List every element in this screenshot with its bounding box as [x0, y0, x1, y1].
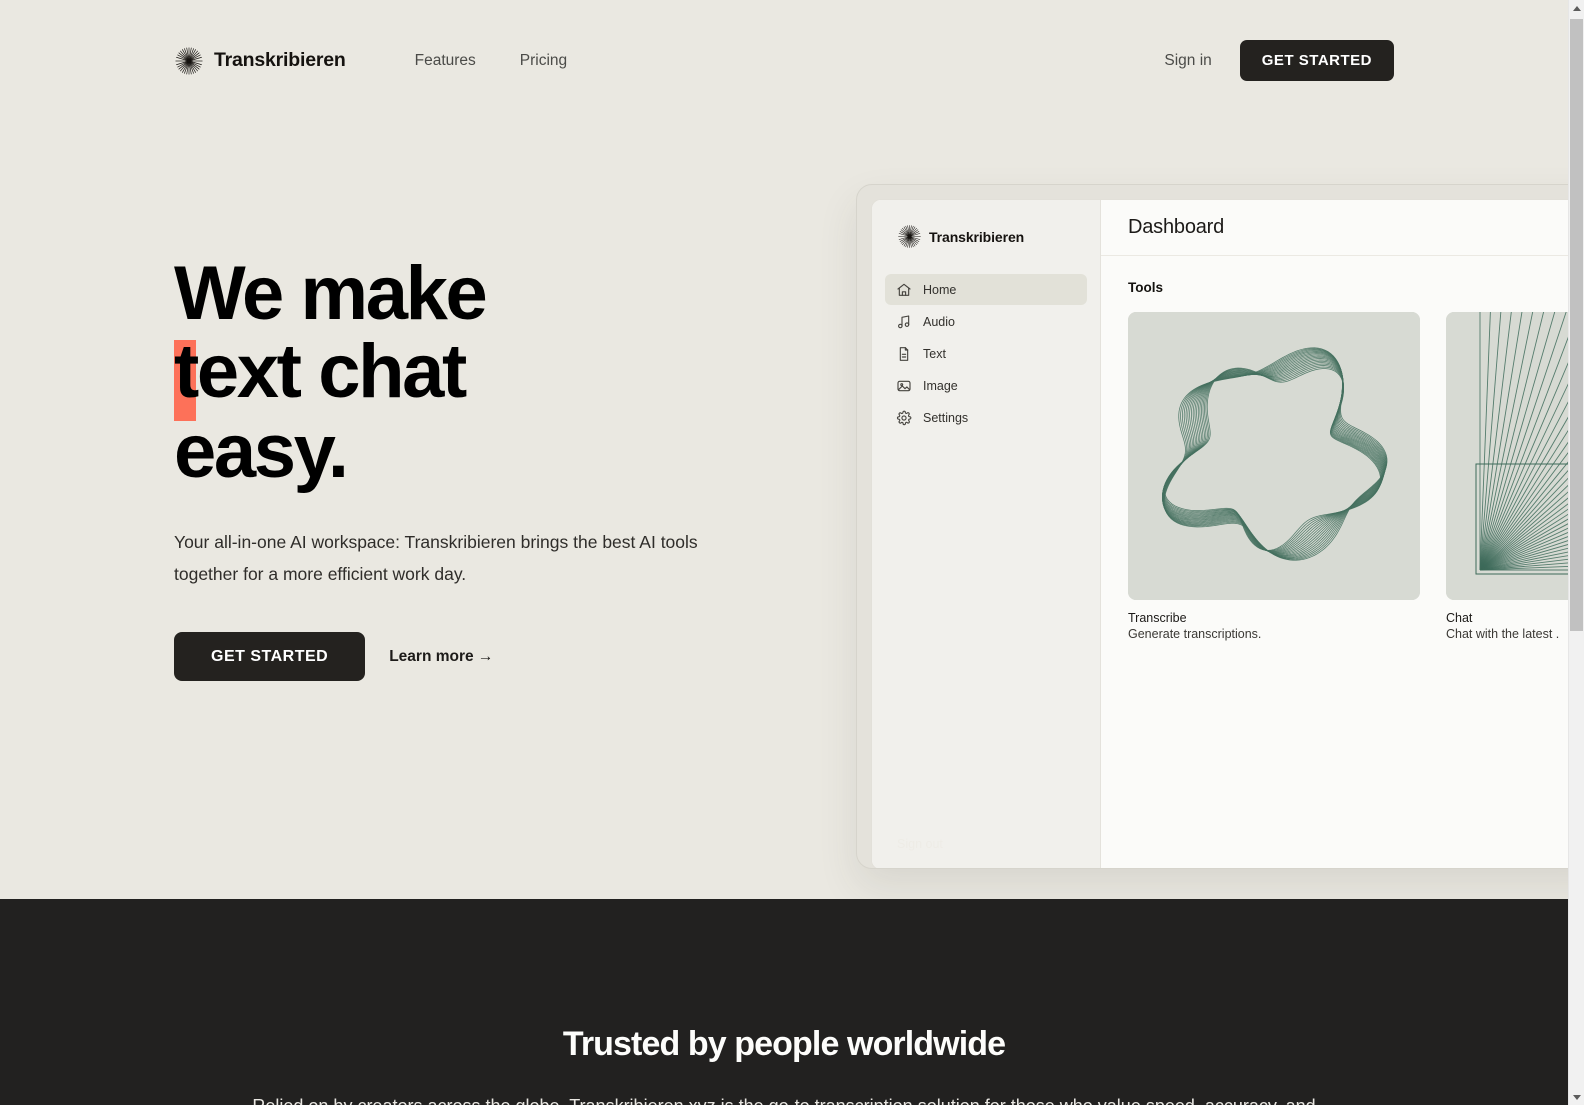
tools-section-title: Tools — [1128, 280, 1163, 295]
sign-in-link[interactable]: Sign in — [1164, 52, 1211, 70]
learn-more-link[interactable]: Learn more → — [389, 648, 493, 666]
page-title: We make text chat easy. — [174, 255, 794, 491]
scroll-up-button[interactable] — [1569, 0, 1584, 16]
scroll-down-button[interactable] — [1569, 1089, 1584, 1105]
main-nav: Features Pricing — [405, 46, 578, 76]
header-actions: Sign in GET STARTED — [1164, 40, 1394, 81]
sidebar-item-label: Home — [923, 282, 957, 297]
nav-item-pricing[interactable]: Pricing — [510, 46, 577, 76]
sidebar-item-audio[interactable]: Audio — [885, 306, 1087, 337]
mock-nav: Home Audio Text Image Settings — [872, 274, 1100, 433]
mock-brand-name: Transkribieren — [929, 228, 1025, 245]
get-started-button-hero[interactable]: GET STARTED — [174, 632, 366, 681]
mock-content: Tools Transcribe Generate transcriptions… — [1101, 256, 1568, 868]
hero-section: We make text chat easy. Your all-in-one … — [174, 255, 794, 681]
nav-item-features[interactable]: Features — [405, 46, 486, 76]
dashboard-mockup-window: Transkribieren Home Audio Text Image Set… — [871, 199, 1568, 868]
page-viewport: Transkribieren Features Pricing Sign in … — [0, 0, 1568, 1105]
tool-card-chat[interactable]: Chat Chat with the latest . — [1446, 312, 1568, 641]
tool-card-transcribe[interactable]: Transcribe Generate transcriptions. — [1128, 312, 1420, 641]
sidebar-item-settings[interactable]: Settings — [885, 402, 1087, 433]
sidebar-item-image[interactable]: Image — [885, 370, 1087, 401]
starburst-icon — [175, 47, 203, 74]
mock-sidebar: Transkribieren Home Audio Text Image Set… — [872, 200, 1101, 868]
scroll-down-arrow-icon — [1572, 1094, 1581, 1100]
sidebar-item-home[interactable]: Home — [885, 274, 1087, 305]
ray-burst-art — [1446, 312, 1568, 600]
music-note-icon — [898, 314, 910, 328]
sidebar-item-label: Text — [923, 346, 946, 361]
hero-title-line-1: We make — [174, 251, 488, 336]
hero-cta-group: GET STARTED Learn more → — [174, 632, 794, 681]
dashboard-mockup-frame: Transkribieren Home Audio Text Image Set… — [856, 184, 1568, 869]
scrollbar-thumb[interactable] — [1570, 19, 1583, 631]
tool-card-title: Transcribe — [1128, 611, 1187, 625]
home-icon — [897, 283, 911, 296]
hero-subtitle: Your all-in-one AI workspace: Transkribi… — [174, 532, 698, 584]
brand-name: Transkribieren — [214, 49, 346, 71]
mock-page-title: Dashboard — [1128, 216, 1225, 238]
mock-main: Dashboard Tools Transcribe Generate tran… — [1101, 200, 1568, 868]
tool-card-desc: Generate transcriptions. — [1128, 627, 1262, 641]
sidebar-item-label: Audio — [923, 314, 955, 329]
tool-card-desc: Chat with the latest . — [1446, 627, 1560, 641]
starburst-icon — [898, 225, 921, 248]
trusted-section: Trusted by people worldwide Relied on by… — [0, 899, 1568, 1105]
mock-topbar: Dashboard — [1101, 200, 1568, 256]
mock-brand-logo[interactable]: Transkribieren — [872, 224, 1100, 249]
document-icon — [899, 346, 909, 361]
gear-icon — [896, 410, 912, 425]
tools-card-grid: Transcribe Generate transcriptions. Chat… — [1128, 312, 1568, 641]
hero-title-line-2: text chat — [174, 333, 794, 421]
sidebar-item-label: Image — [923, 378, 958, 393]
browser-scrollbar[interactable] — [1568, 0, 1584, 1105]
sidebar-item-text[interactable]: Text — [885, 338, 1087, 369]
blob-spirograph-art — [1128, 312, 1420, 600]
scroll-up-arrow-icon — [1572, 5, 1581, 11]
brand-logo[interactable]: Transkribieren — [174, 46, 346, 76]
hero-title-line-3: easy. — [174, 409, 349, 494]
get-started-button-header[interactable]: GET STARTED — [1239, 40, 1394, 81]
sign-out-link[interactable]: Sign out — [872, 837, 1100, 868]
sidebar-item-label: Settings — [923, 410, 969, 425]
trusted-section-title: Trusted by people worldwide — [562, 1025, 1006, 1063]
trusted-section-subtitle: Relied on by creators across the globe. … — [199, 1091, 1369, 1105]
image-icon — [897, 380, 911, 391]
tool-card-title: Chat — [1446, 611, 1473, 625]
site-header: Transkribieren Features Pricing Sign in … — [0, 0, 1568, 121]
